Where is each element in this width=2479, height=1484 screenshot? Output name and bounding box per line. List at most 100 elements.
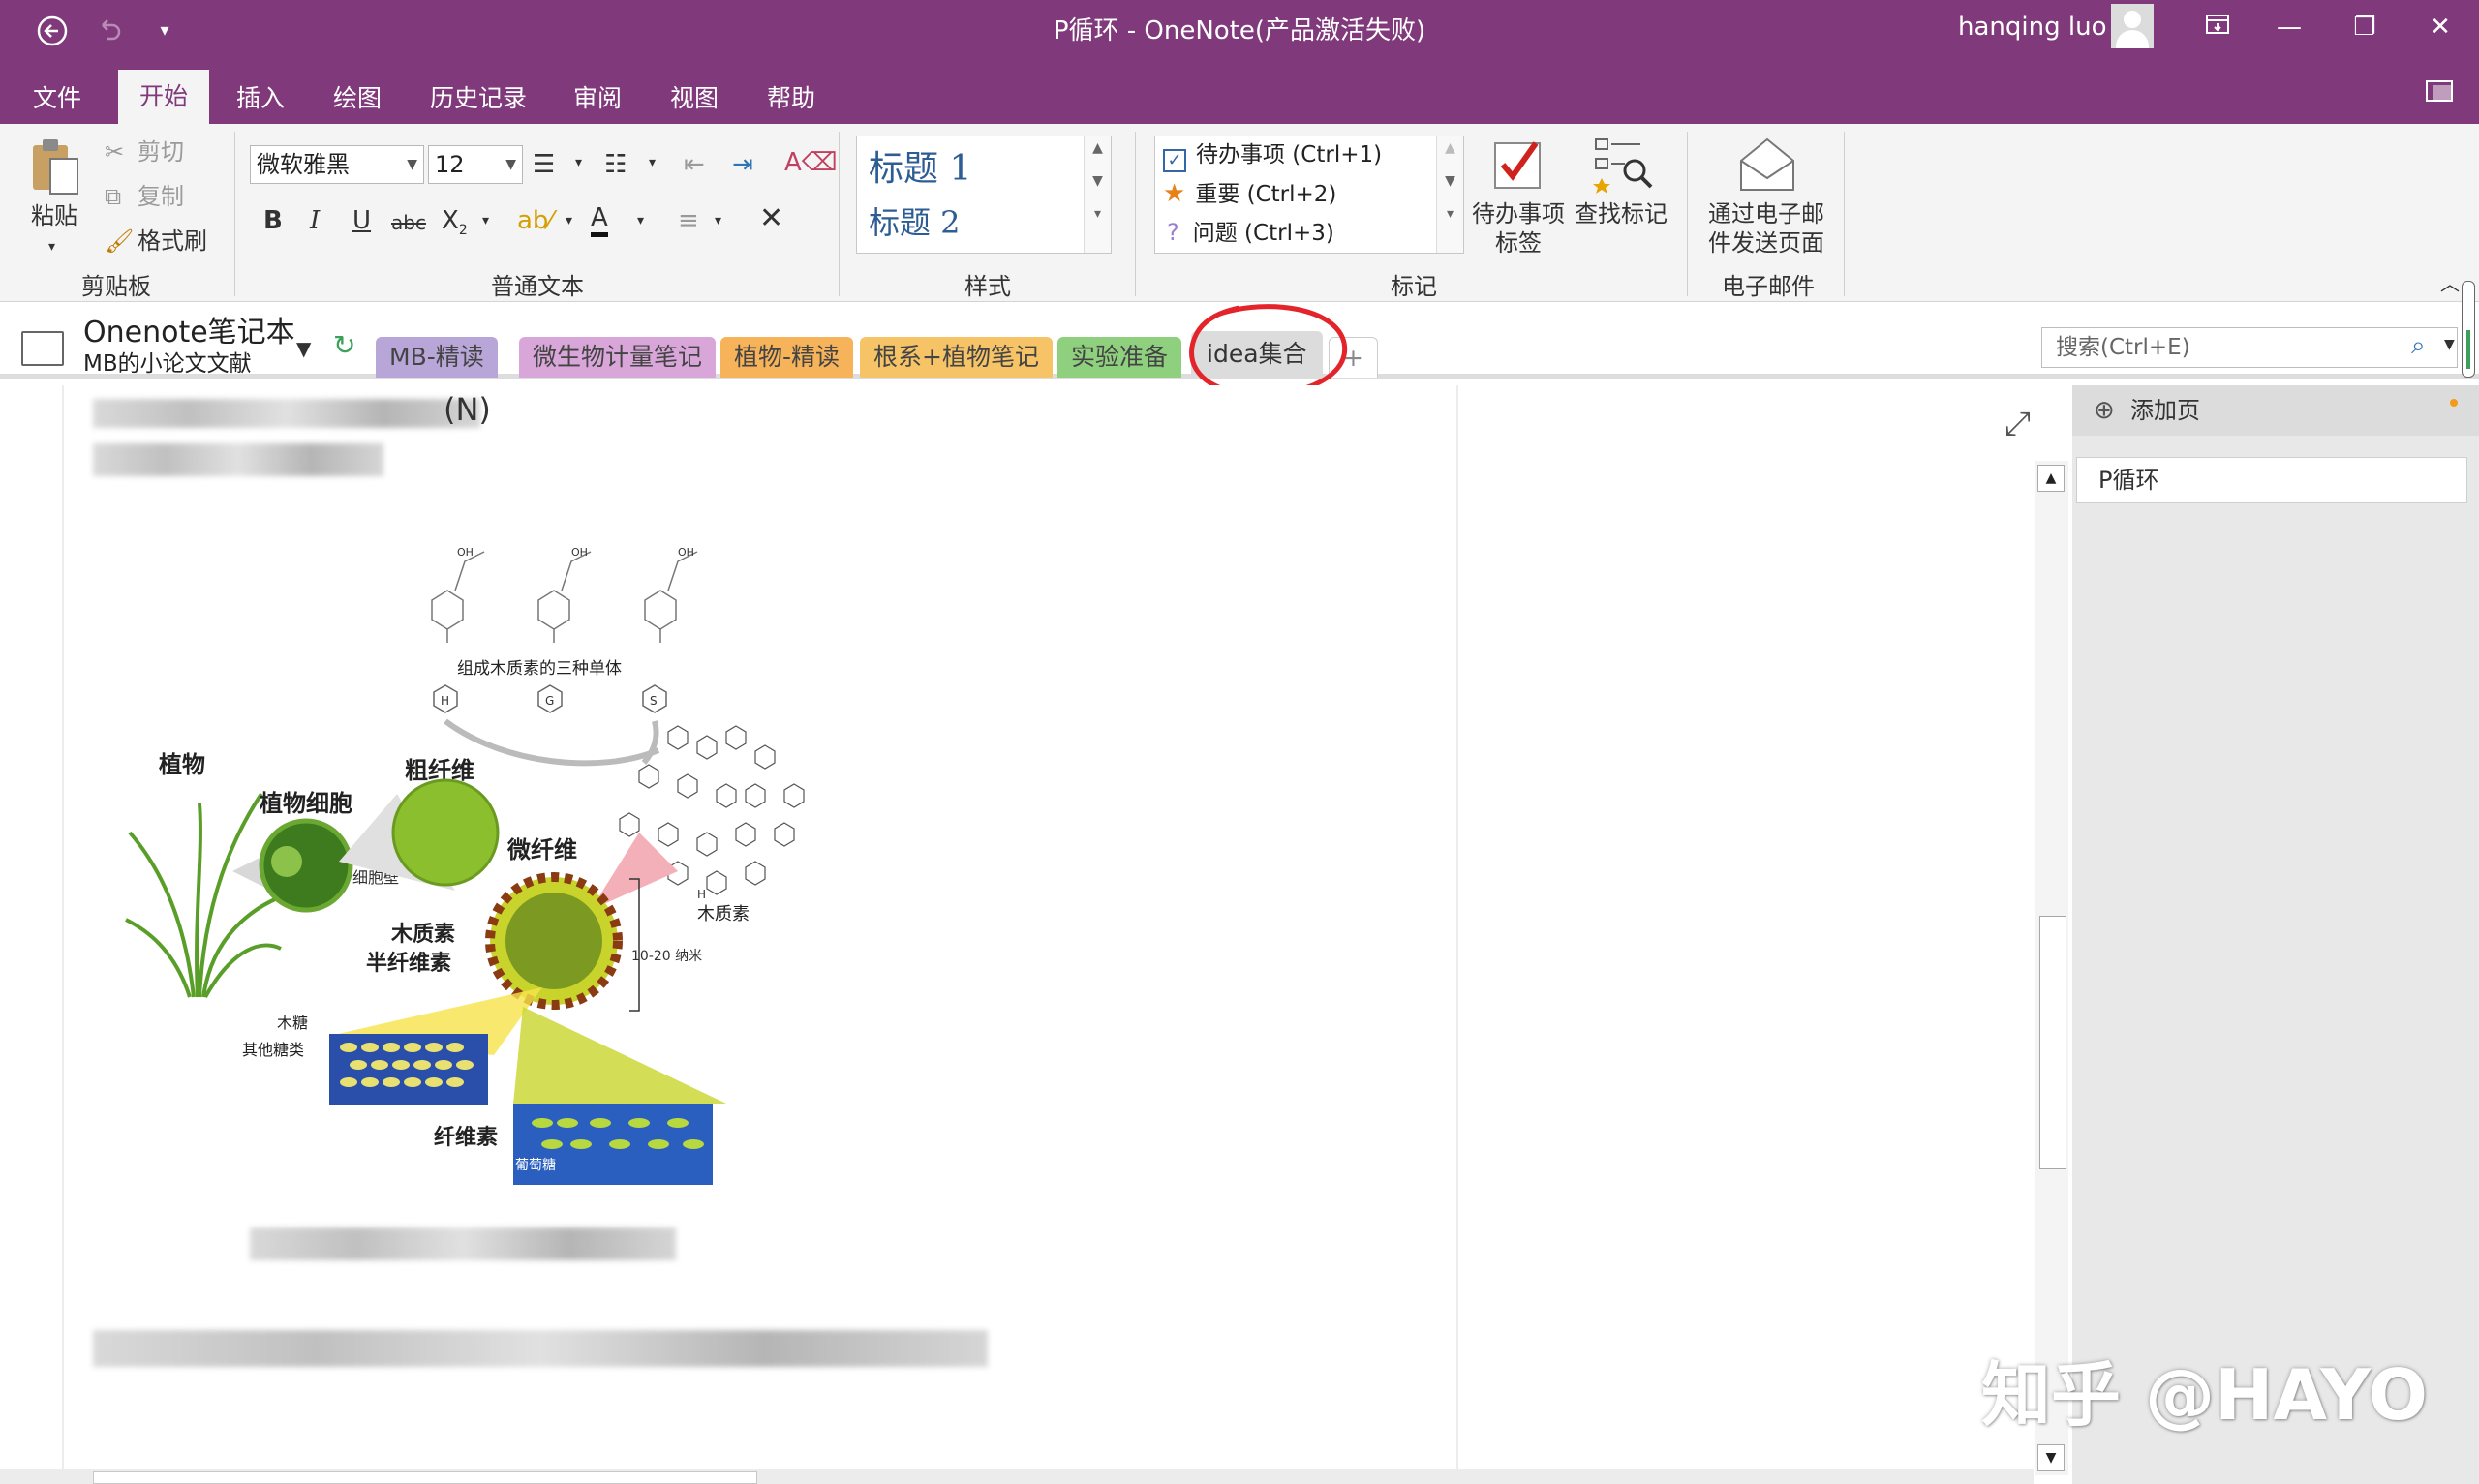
tab-file[interactable]: 文件 <box>27 74 87 124</box>
tag-question[interactable]: ? 问题 (Ctrl+3) <box>1163 218 1334 248</box>
format-painter-icon[interactable]: 🖌 <box>105 227 134 256</box>
scroll-down-icon[interactable]: ▼ <box>2037 1444 2065 1471</box>
xylose-label: 木糖 <box>277 1014 308 1032</box>
numbered-list-dropdown-icon[interactable]: ▾ <box>649 147 656 178</box>
paste-dropdown-icon[interactable]: ▾ <box>48 232 55 261</box>
restore-icon[interactable]: ❐ <box>2343 10 2386 45</box>
bold-icon[interactable]: B <box>263 205 283 236</box>
user-name[interactable]: hanqing luo <box>1958 10 2106 45</box>
italic-icon[interactable]: I <box>310 205 320 236</box>
tab-home[interactable]: 开始 <box>118 70 210 124</box>
ribbon: 粘贴 ▾ ✂ 剪切 ⧉ 复制 🖌 格式刷 剪贴板 微软雅黑 ▼ 12 ▼ ☰ ▾ ☷… <box>0 124 2479 302</box>
copy-button[interactable]: 复制 <box>138 182 184 211</box>
collapse-ribbon-icon[interactable]: ︿ <box>2440 269 2460 298</box>
tab-view[interactable]: 视图 <box>664 74 724 124</box>
monomers-label: 组成木质素的三种单体 <box>457 659 622 679</box>
tag-important[interactable]: ★ 重要 (Ctrl+2) <box>1163 179 1336 209</box>
section-tab-plant[interactable]: 植物-精读 <box>720 337 854 378</box>
tags-gallery[interactable]: ✓ 待办事项 (Ctrl+1) ★ 重要 (Ctrl+2) ? 问题 (Ctrl+3)… <box>1154 136 1464 254</box>
divider <box>234 132 235 296</box>
oh-label: OH <box>571 546 588 559</box>
pane-scroll-handle[interactable] <box>2462 281 2475 378</box>
cellulose-label: 纤维素 <box>434 1125 498 1150</box>
other-sugars-label: 其他糖类 <box>242 1041 304 1059</box>
paste-label[interactable]: 粘贴 <box>31 201 77 230</box>
clear-formatting-icon[interactable]: A⌫ <box>784 147 838 178</box>
todo-tag-icon[interactable] <box>1491 136 1546 194</box>
find-tags-icon[interactable] <box>1592 136 1654 194</box>
close-icon[interactable]: ✕ <box>2419 10 2462 45</box>
decrease-indent-icon[interactable]: ⇤ <box>684 149 705 180</box>
pane-toggle-icon[interactable] <box>2425 77 2456 105</box>
section-tab-mb[interactable]: MB-精读 <box>376 337 498 378</box>
bullet-list-dropdown-icon[interactable]: ▾ <box>575 147 582 178</box>
underline-icon[interactable]: U <box>352 205 371 236</box>
avatar[interactable] <box>2111 4 2154 48</box>
copy-icon[interactable]: ⧉ <box>105 182 121 211</box>
increase-indent-icon[interactable]: ⇥ <box>732 149 753 180</box>
g-unit-label: G <box>545 694 554 708</box>
page-left-rule <box>62 385 64 1479</box>
minimize-icon[interactable]: — <box>2268 10 2311 45</box>
scale-label: 10-20 纳米 <box>631 949 702 964</box>
oh-label: OH <box>678 546 694 559</box>
search-input[interactable]: 搜索(Ctrl+E) <box>2041 327 2458 368</box>
paste-icon[interactable] <box>27 136 81 197</box>
scrollbar-thumb[interactable] <box>2039 916 2066 1169</box>
ribbon-display-options-icon[interactable] <box>2196 10 2239 45</box>
highlight-icon[interactable]: ab⁄ <box>517 205 553 236</box>
styles-scroll[interactable]: ▲ ▼ ▾ <box>1084 136 1111 253</box>
bullet-list-icon[interactable]: ☰ <box>533 149 555 180</box>
tab-insert[interactable]: 插入 <box>230 74 291 124</box>
page-item[interactable]: P循环 <box>2076 457 2467 503</box>
email-page-line1[interactable]: 通过电子邮 <box>1708 199 1824 228</box>
cut-button[interactable]: 剪切 <box>138 137 184 167</box>
todo-tag-label-line1[interactable]: 待办事项 <box>1472 199 1565 228</box>
email-page-line2[interactable]: 件发送页面 <box>1708 228 1824 257</box>
expand-page-icon[interactable]: ⤢ <box>2005 405 2031 443</box>
align-dropdown-icon[interactable]: ▾ <box>715 205 721 236</box>
strikethrough-icon[interactable]: abc <box>391 207 426 238</box>
tags-scroll[interactable]: ▲ ▼ ▾ <box>1436 136 1463 253</box>
notebook-subtitle[interactable]: MB的小论文文献 <box>83 345 252 378</box>
tag-todo[interactable]: ✓ 待办事项 (Ctrl+1) <box>1163 140 1382 172</box>
section-tab-experiment[interactable]: 实验准备 <box>1057 337 1182 378</box>
font-family-value: 微软雅黑 <box>257 151 350 178</box>
add-page-button[interactable]: ⊕ 添加页 <box>2072 385 2479 436</box>
tab-review[interactable]: 审阅 <box>567 74 627 124</box>
title-bar: ▾ P循环 - OneNote(产品激活失败) hanqing luo — ❐ … <box>0 0 2479 62</box>
align-icon[interactable]: ≡ <box>678 205 699 236</box>
email-page-icon[interactable] <box>1737 136 1797 194</box>
highlight-dropdown-icon[interactable]: ▾ <box>566 205 572 236</box>
style-heading-1[interactable]: 标题 1 <box>869 140 971 191</box>
tab-draw[interactable]: 绘图 <box>327 74 387 124</box>
style-heading-2[interactable]: 标题 2 <box>869 198 961 243</box>
font-size-select[interactable]: 12 ▼ <box>428 145 523 184</box>
font-color-icon[interactable]: A <box>591 203 608 237</box>
notebook-icon[interactable] <box>21 331 64 366</box>
todo-tag-label-line2[interactable]: 标签 <box>1495 228 1542 257</box>
horizontal-scrollbar-thumb[interactable] <box>93 1471 757 1484</box>
format-painter-button[interactable]: 格式刷 <box>138 227 207 256</box>
email-group-label: 电子邮件 <box>1722 273 1815 300</box>
section-tab-root[interactable]: 根系+植物笔记 <box>860 337 1053 378</box>
find-tags-button[interactable]: 查找标记 <box>1575 199 1668 228</box>
scroll-up-icon[interactable]: ▲ <box>2037 465 2065 492</box>
font-color-dropdown-icon[interactable]: ▾ <box>637 205 644 236</box>
cut-icon[interactable]: ✂ <box>105 137 124 167</box>
styles-gallery[interactable]: 标题 1 标题 2 ▲ ▼ ▾ <box>856 136 1112 254</box>
notebook-dropdown-icon[interactable]: ▼ <box>296 337 311 360</box>
blurred-paragraph <box>93 1330 988 1367</box>
subscript-icon[interactable]: X2 <box>442 205 468 246</box>
tab-history[interactable]: 历史记录 <box>424 74 533 124</box>
delete-icon[interactable]: ✕ <box>759 203 783 234</box>
tab-help[interactable]: 帮助 <box>761 74 821 124</box>
search-icon[interactable]: ⌕ <box>2411 331 2426 361</box>
numbered-list-icon[interactable]: ☷ <box>604 149 627 180</box>
subscript-dropdown-icon[interactable]: ▾ <box>482 205 489 236</box>
font-family-select[interactable]: 微软雅黑 ▼ <box>250 145 424 184</box>
section-tab-microbial[interactable]: 微生物计量笔记 <box>519 337 717 378</box>
sync-icon[interactable]: ↻ <box>333 329 355 361</box>
lignin-small-label: 木质素 <box>697 904 750 924</box>
search-scope-dropdown-icon[interactable]: ▼ <box>2444 337 2455 352</box>
